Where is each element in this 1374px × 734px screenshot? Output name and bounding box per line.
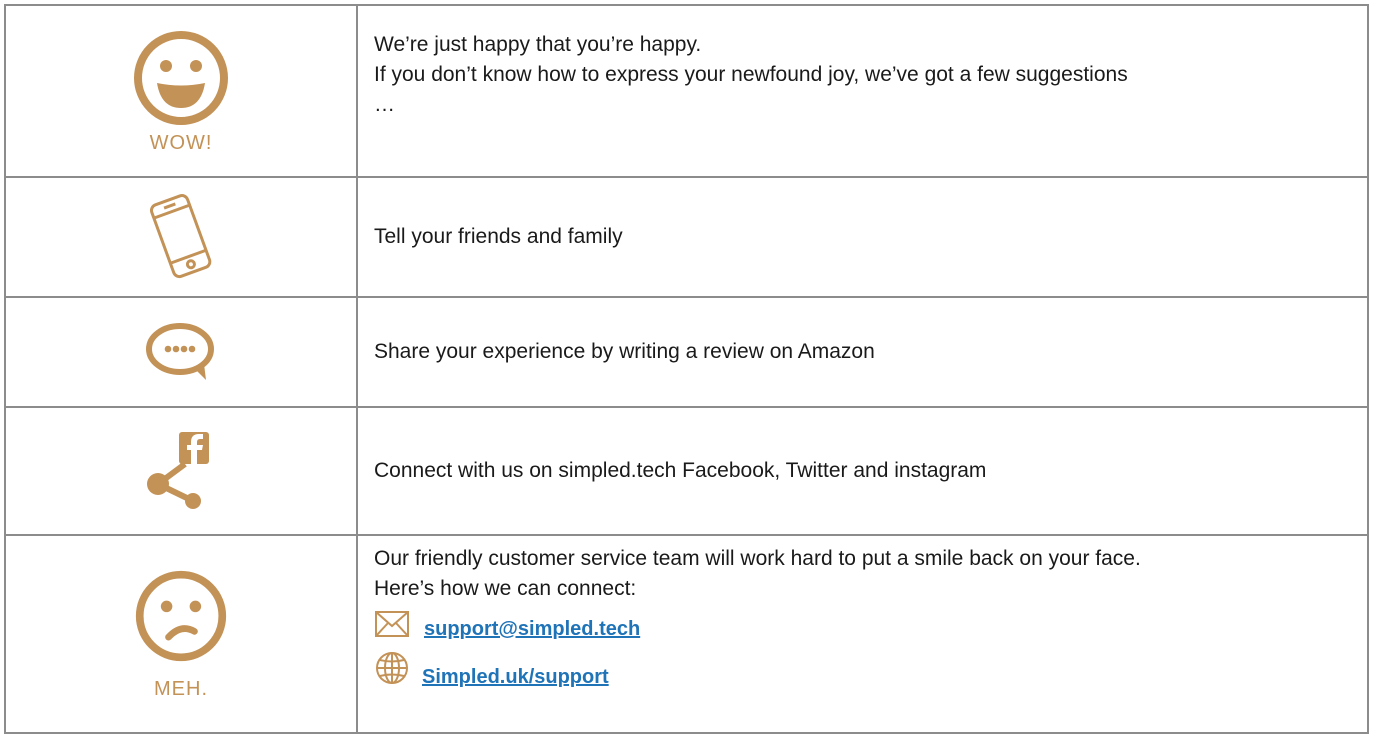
text-cell: We’re just happy that you’re happy. If y… bbox=[358, 6, 1367, 176]
smartphone-icon bbox=[149, 194, 212, 279]
support-line: Here’s how we can connect: bbox=[374, 577, 637, 600]
email-link[interactable]: support@simpled.tech bbox=[424, 614, 640, 644]
table-row: Connect with us on simpled.tech Facebook… bbox=[6, 408, 1367, 536]
icon-cell: WOW! bbox=[6, 6, 358, 176]
table-row: MEH. Our friendly customer service team … bbox=[6, 536, 1367, 732]
icon-cell bbox=[6, 408, 358, 534]
unhappy-face-icon bbox=[135, 570, 227, 661]
suggestion-text: Tell your friends and family bbox=[374, 225, 623, 248]
icon-cell bbox=[6, 298, 358, 406]
table-row: Share your experience by writing a revie… bbox=[6, 298, 1367, 408]
support-line: Our friendly customer service team will … bbox=[374, 547, 1141, 570]
table-row: Tell your friends and family bbox=[6, 178, 1367, 298]
text-cell: Tell your friends and family bbox=[358, 178, 1367, 296]
suggestion-text: Share your experience by writing a revie… bbox=[374, 340, 875, 363]
icon-cell: MEH. bbox=[6, 536, 358, 732]
speech-bubble-icon bbox=[146, 323, 214, 380]
email-contact: support@simpled.tech bbox=[374, 610, 1367, 640]
envelope-icon bbox=[375, 611, 409, 637]
wow-caption: WOW! bbox=[149, 131, 213, 154]
website-contact: Simpled.uk/support bbox=[374, 650, 1367, 688]
facebook-share-icon bbox=[147, 432, 209, 509]
website-link[interactable]: Simpled.uk/support bbox=[422, 662, 609, 692]
happy-line: … bbox=[374, 93, 395, 116]
suggestion-text: Connect with us on simpled.tech Facebook… bbox=[374, 459, 987, 482]
meh-caption: MEH. bbox=[154, 677, 208, 700]
happy-line: We’re just happy that you’re happy. bbox=[374, 33, 702, 56]
icon-cell bbox=[6, 178, 358, 296]
suggestions-table: WOW! We’re just happy that you’re happy.… bbox=[4, 4, 1369, 734]
text-cell: Share your experience by writing a revie… bbox=[358, 298, 1367, 406]
globe-icon bbox=[376, 652, 408, 684]
happy-line: If you don’t know how to express your ne… bbox=[374, 63, 1128, 86]
table-row: WOW! We’re just happy that you’re happy.… bbox=[6, 6, 1367, 178]
happy-face-icon bbox=[134, 30, 228, 125]
text-cell: Connect with us on simpled.tech Facebook… bbox=[358, 408, 1367, 534]
text-cell: Our friendly customer service team will … bbox=[358, 536, 1367, 732]
